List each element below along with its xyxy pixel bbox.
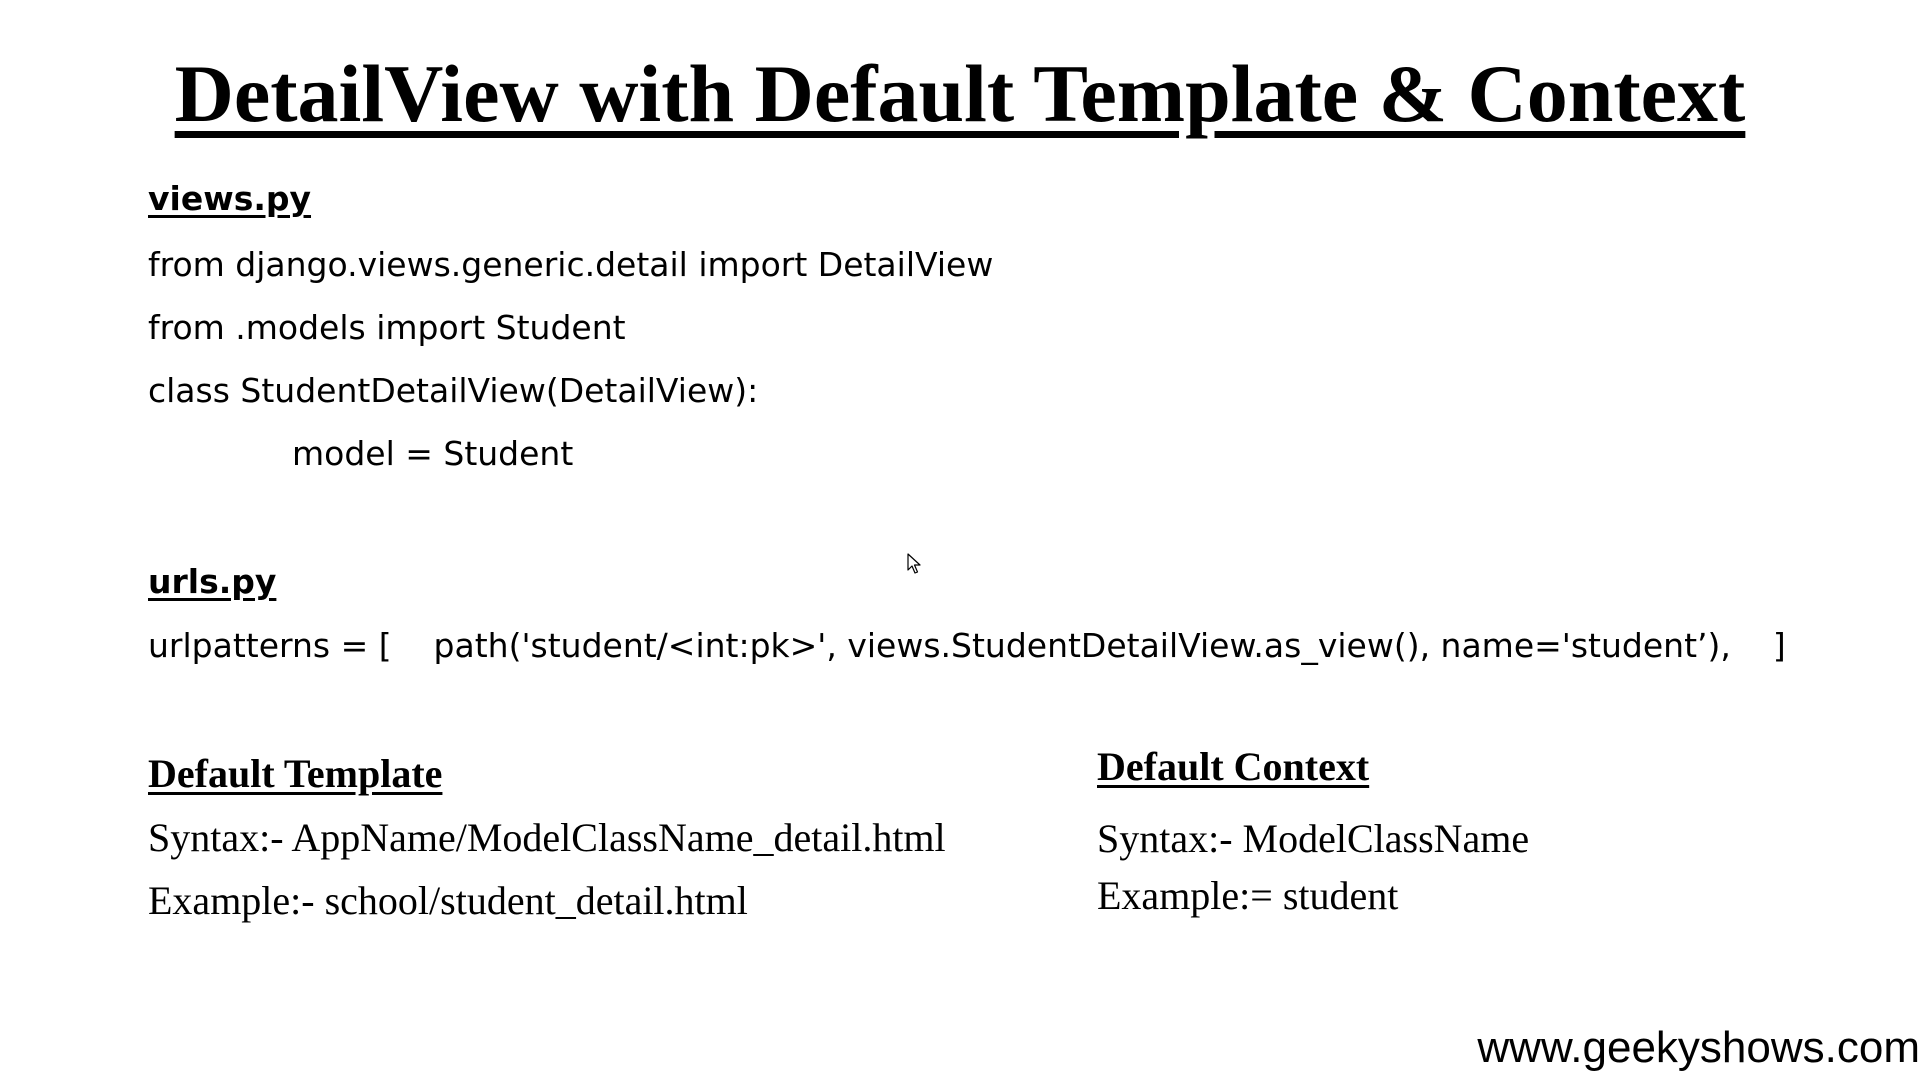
urls-urlpatterns-line: urlpatterns = [ path('student/<int:pk>',… (148, 626, 1786, 665)
urls-heading: urls.py (148, 562, 277, 601)
footer-website: www.geekyshows.com (1477, 1023, 1920, 1072)
default-template-syntax: Syntax:- AppName/ModelClassName_detail.h… (148, 815, 946, 860)
mouse-pointer-icon (907, 553, 921, 574)
views-line-class-def: class StudentDetailView(DetailView): (148, 371, 759, 410)
default-template-example: Example:- school/student_detail.html (148, 878, 748, 923)
slide: DetailView with Default Template & Conte… (0, 0, 1920, 1080)
views-line-import-detailview: from django.views.generic.detail import … (148, 245, 994, 284)
default-template-heading: Default Template (148, 751, 443, 796)
slide-title: DetailView with Default Template & Conte… (174, 48, 1746, 139)
default-context-heading: Default Context (1097, 744, 1370, 789)
default-context-syntax: Syntax:- ModelClassName (1097, 816, 1530, 861)
views-heading: views.py (148, 179, 312, 218)
default-context-example: Example:= student (1097, 873, 1399, 918)
views-line-import-student: from .models import Student (148, 308, 626, 347)
views-line-model: model = Student (292, 434, 574, 473)
